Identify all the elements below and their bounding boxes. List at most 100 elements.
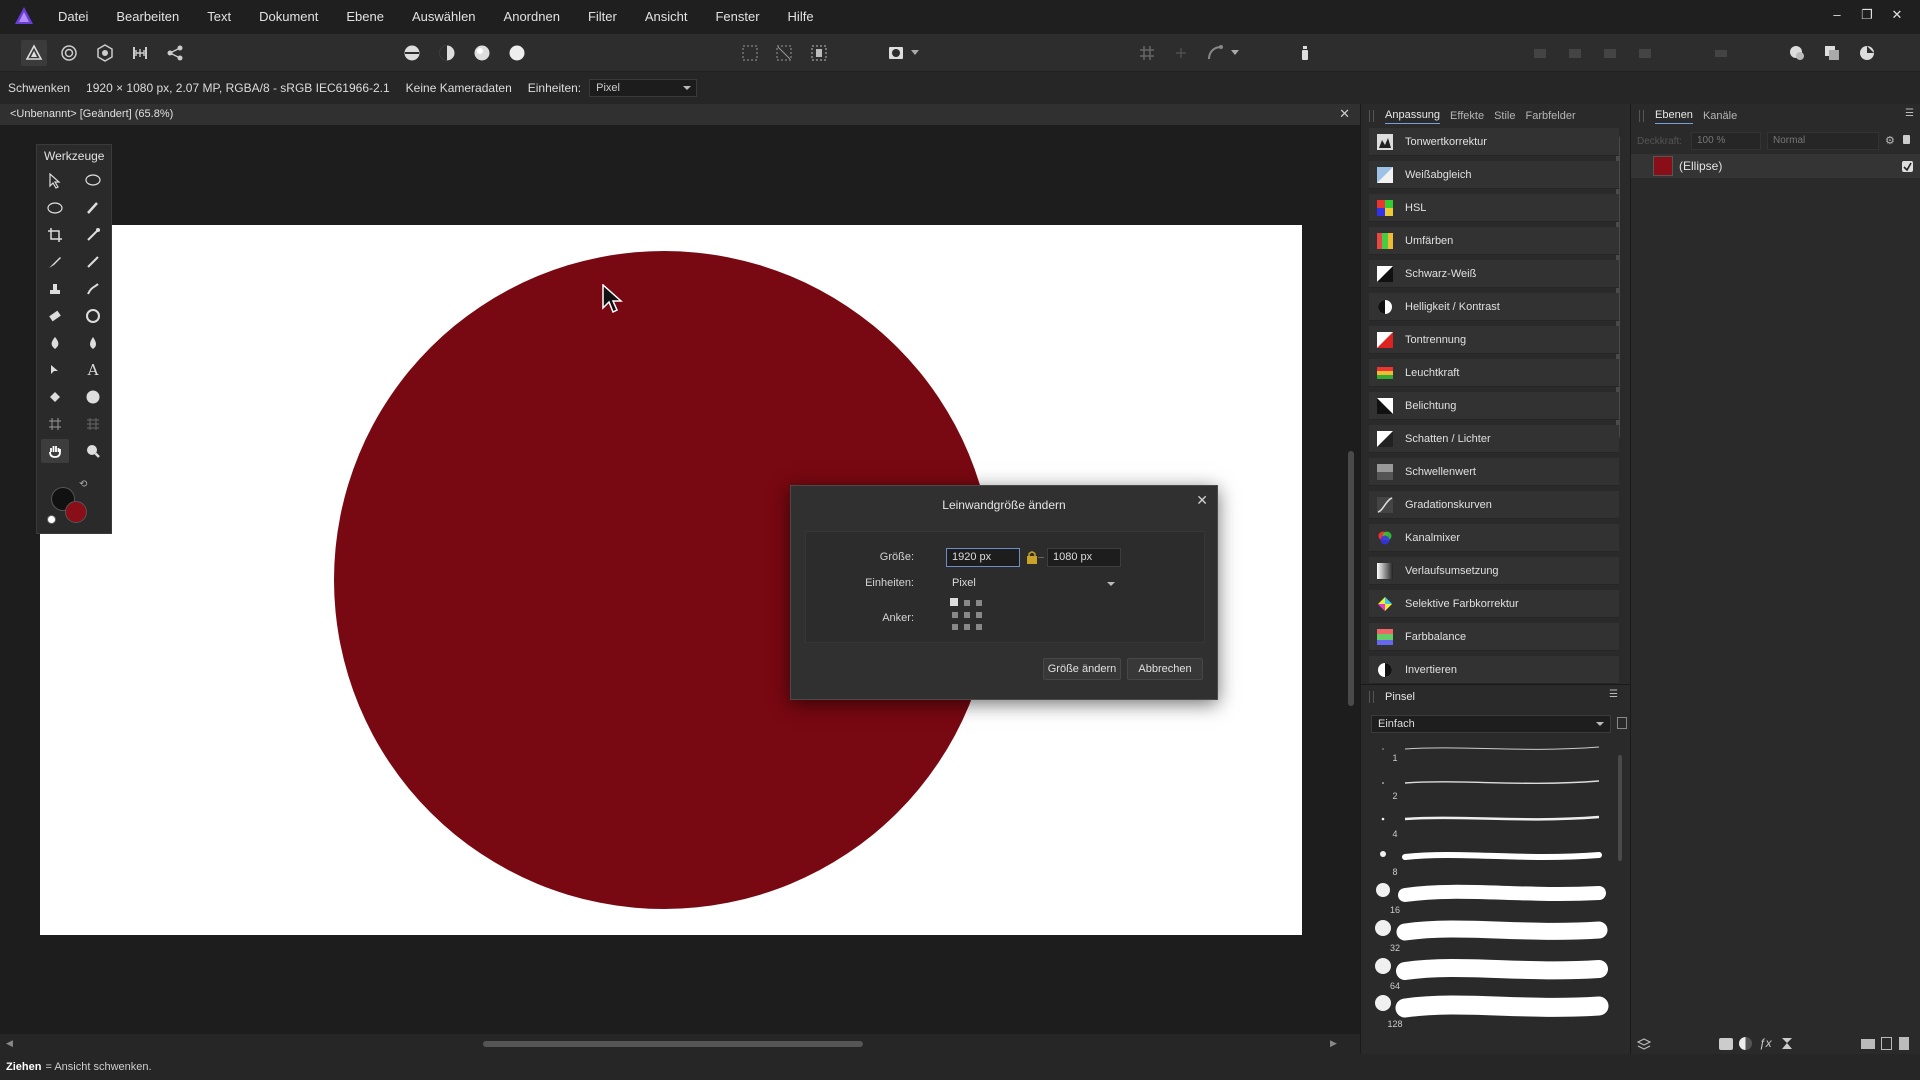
adj-tonwertkorrektur[interactable]: Tonwertkorrektur: [1369, 128, 1619, 156]
menu-filter[interactable]: Filter: [574, 0, 631, 34]
horizontal-scrollbar[interactable]: ◀ ▶: [0, 1034, 1360, 1054]
studio-icon-2[interactable]: [1819, 40, 1845, 66]
brush-size-1[interactable]: 1: [1383, 753, 1407, 763]
vertical-scroll-thumb[interactable]: [1348, 451, 1354, 706]
menu-bearbeiten[interactable]: Bearbeiten: [102, 0, 193, 34]
fill-tool-icon[interactable]: [41, 385, 69, 409]
height-input[interactable]: 1080 px: [1047, 548, 1121, 567]
menu-ebene[interactable]: Ebene: [332, 0, 398, 34]
view-tool-hand-icon[interactable]: [41, 439, 69, 463]
brush-size-4[interactable]: 4: [1383, 829, 1407, 839]
anchor-grid[interactable]: [950, 598, 990, 638]
restore-button[interactable]: ❐: [1852, 0, 1882, 30]
menu-dokument[interactable]: Dokument: [245, 0, 332, 34]
add-group-icon[interactable]: [1861, 1039, 1875, 1049]
brush-size-128[interactable]: 128: [1383, 1019, 1407, 1029]
adj-hsl[interactable]: HSL: [1369, 194, 1619, 222]
snapping-icon[interactable]: [1134, 40, 1160, 66]
arrange-icon-3[interactable]: [1597, 40, 1623, 66]
studio-icon-3[interactable]: [1854, 40, 1880, 66]
invert-selection-icon[interactable]: [806, 40, 832, 66]
adj-schwarz-weiss[interactable]: Schwarz-Weiß: [1369, 260, 1619, 288]
transform-icon[interactable]: [1708, 40, 1734, 66]
brush-panel-menu-icon[interactable]: ☰: [1609, 689, 1618, 700]
zoom-tool-icon[interactable]: [79, 439, 107, 463]
minimize-button[interactable]: –: [1822, 0, 1852, 30]
adj-verlaufsumsetzung[interactable]: Verlaufsumsetzung: [1369, 557, 1619, 585]
selection-brush-tool-icon[interactable]: [79, 196, 107, 220]
brush-size-16[interactable]: 16: [1383, 905, 1407, 915]
text-tool-icon[interactable]: A: [79, 358, 107, 382]
menu-auswaehlen[interactable]: Auswählen: [398, 0, 490, 34]
close-window-button[interactable]: ✕: [1882, 0, 1912, 30]
units-select[interactable]: Pixel: [589, 79, 698, 97]
adj-tontrennung[interactable]: Tontrennung: [1369, 326, 1619, 354]
tab-anpassung[interactable]: Anpassung: [1385, 109, 1441, 124]
adj-leuchtkraft[interactable]: Leuchtkraft: [1369, 359, 1619, 387]
adj-schwellenwert[interactable]: Schwellenwert: [1369, 458, 1619, 486]
brush-size-32[interactable]: 32: [1383, 943, 1407, 953]
add-live-filter-icon[interactable]: [1781, 1037, 1793, 1050]
menu-ansicht[interactable]: Ansicht: [631, 0, 702, 34]
photo-persona-icon[interactable]: [21, 40, 47, 66]
units-dropdown[interactable]: Pixel: [946, 574, 1122, 593]
lasso-selection-tool-icon[interactable]: [79, 169, 107, 193]
paint-brush-tool-icon[interactable]: [41, 250, 69, 274]
layers-stack-icon[interactable]: [1637, 1038, 1651, 1050]
mesh-warp-tool-icon[interactable]: [41, 412, 69, 436]
adj-weissabgleich[interactable]: Weißabgleich: [1369, 161, 1619, 189]
reset-colors-icon[interactable]: [47, 515, 56, 524]
width-input[interactable]: 1920 px: [946, 548, 1020, 567]
add-mask-icon[interactable]: [1719, 1038, 1733, 1050]
layer-row-ellipse[interactable]: (Ellipse): [1631, 154, 1920, 178]
deselect-icon[interactable]: [771, 40, 797, 66]
delete-layer-icon[interactable]: [1899, 1037, 1909, 1050]
assistant-icon[interactable]: [1292, 40, 1318, 66]
studio-icon-1[interactable]: [1784, 40, 1810, 66]
auto-contrast-icon[interactable]: [434, 40, 460, 66]
document-close-button[interactable]: ✕: [1339, 106, 1350, 122]
resize-button[interactable]: Größe ändern: [1043, 658, 1121, 680]
arrange-icon-4[interactable]: [1632, 40, 1658, 66]
liquify-persona-icon[interactable]: [56, 40, 82, 66]
lock-aspect-icon[interactable]: [1026, 550, 1038, 564]
tab-effekte[interactable]: Effekte: [1450, 110, 1484, 122]
select-all-icon[interactable]: [737, 40, 763, 66]
opacity-input[interactable]: 100 %: [1691, 132, 1761, 150]
perspective-tool-icon[interactable]: [79, 412, 107, 436]
ellipse-tool-icon[interactable]: [79, 385, 107, 409]
crop-tool-icon[interactable]: [41, 223, 69, 247]
adj-selektive-farbkorrektur[interactable]: Selektive Farbkorrektur: [1369, 590, 1619, 618]
adj-kanalmixer[interactable]: Kanalmixer: [1369, 524, 1619, 552]
tone-mapping-persona-icon[interactable]: [127, 40, 153, 66]
add-effects-icon[interactable]: ƒx: [1759, 1036, 1772, 1050]
adj-belichtung[interactable]: Belichtung: [1369, 392, 1619, 420]
tab-farbfelder[interactable]: Farbfelder: [1526, 110, 1576, 122]
menu-fenster[interactable]: Fenster: [701, 0, 773, 34]
cancel-button[interactable]: Abbrechen: [1127, 658, 1203, 680]
tab-pinsel[interactable]: Pinsel: [1385, 691, 1415, 703]
snapping-options-icon[interactable]: [1168, 40, 1194, 66]
color-picker-tool-icon[interactable]: [79, 223, 107, 247]
move-tool-icon[interactable]: [41, 169, 69, 193]
quick-mask-dropdown-icon[interactable]: [908, 40, 922, 66]
clone-brush-tool-icon[interactable]: [41, 277, 69, 301]
quick-mask-icon[interactable]: [883, 40, 909, 66]
blur-brush-tool-icon[interactable]: [79, 331, 107, 355]
menu-anordnen[interactable]: Anordnen: [490, 0, 574, 34]
menu-datei[interactable]: Datei: [44, 0, 102, 34]
smudge-brush-tool-icon[interactable]: [79, 277, 107, 301]
adj-gradationskurven[interactable]: Gradationskurven: [1369, 491, 1619, 519]
brush-size-64[interactable]: 64: [1383, 981, 1407, 991]
tab-stile[interactable]: Stile: [1494, 110, 1515, 122]
add-adjustment-icon[interactable]: [1739, 1037, 1752, 1050]
brush-category-select[interactable]: Einfach: [1371, 715, 1611, 733]
brush-size-2[interactable]: 2: [1383, 791, 1407, 801]
tab-kanaele[interactable]: Kanäle: [1703, 110, 1737, 122]
blend-mode-select[interactable]: Normal: [1767, 132, 1879, 150]
brush-size-8[interactable]: 8: [1383, 867, 1407, 877]
pixel-alignment-dropdown-icon[interactable]: [1228, 40, 1242, 66]
menu-text[interactable]: Text: [193, 0, 245, 34]
dodge-brush-tool-icon[interactable]: [41, 331, 69, 355]
healing-brush-tool-icon[interactable]: [79, 304, 107, 328]
